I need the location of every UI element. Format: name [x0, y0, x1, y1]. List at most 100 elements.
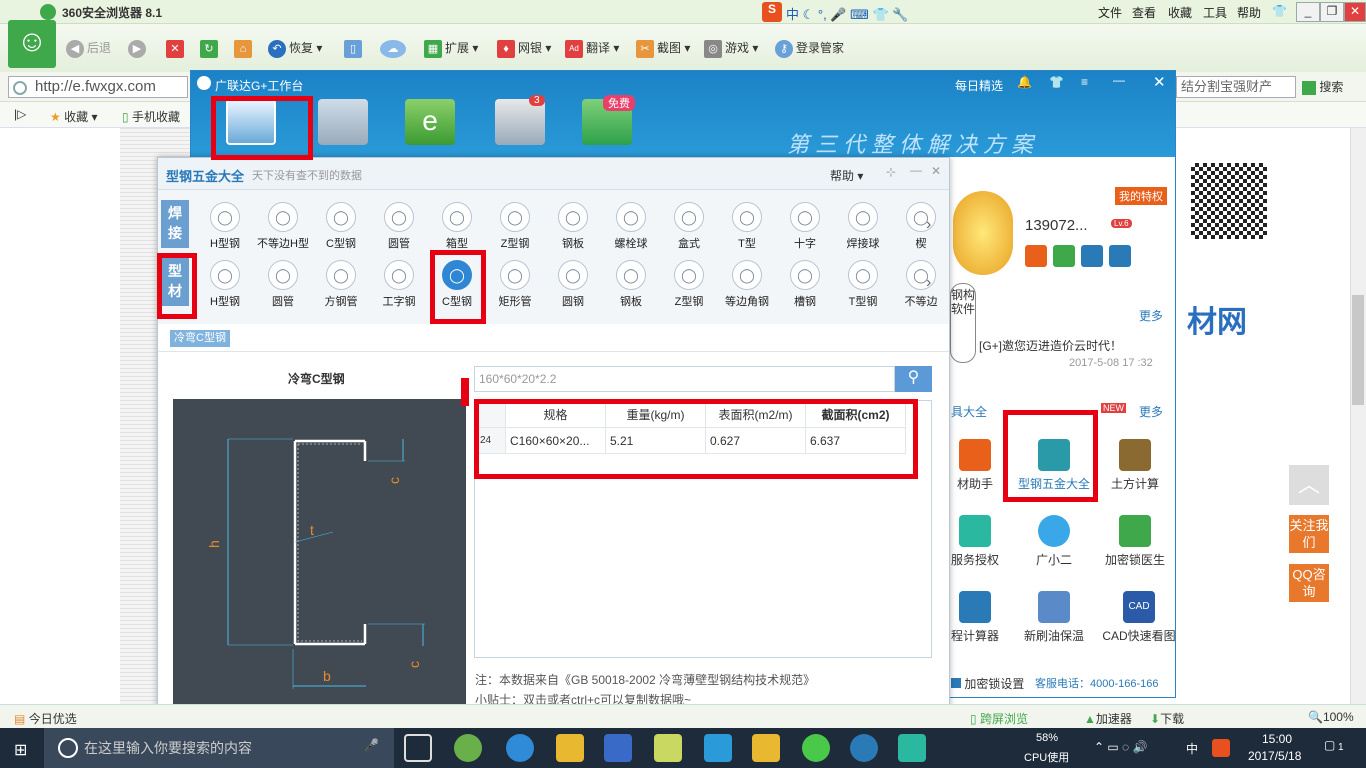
- welding-shape-2[interactable]: ◯ C型钢: [312, 202, 370, 256]
- phone-button[interactable]: ▯: [344, 38, 365, 58]
- minimize-button[interactable]: _: [1296, 2, 1320, 22]
- maximize-button[interactable]: ❐: [1320, 2, 1344, 22]
- welding-shape-6[interactable]: ◯ 钢板: [544, 202, 602, 256]
- privilege-icons[interactable]: [1025, 245, 1137, 267]
- zoom-level[interactable]: 🔍100%: [1308, 710, 1354, 724]
- notepad-task-icon[interactable]: [654, 734, 682, 762]
- follow-us-button[interactable]: 关注我们: [1289, 515, 1329, 553]
- cross-screen-link[interactable]: ▯ 跨屏浏览: [970, 710, 1028, 727]
- menu-view[interactable]: 查看: [1132, 4, 1156, 21]
- user-id[interactable]: 139072...: [1025, 217, 1088, 234]
- steel-tool-task-icon[interactable]: [898, 734, 926, 762]
- tool-earthwork[interactable]: 土方计算: [1099, 435, 1171, 505]
- restore-button[interactable]: ↶ 恢复 ▾: [268, 38, 322, 58]
- bank-button[interactable]: ♦ 网银 ▾: [497, 38, 551, 58]
- more-news-link[interactable]: 更多: [1139, 307, 1163, 324]
- profile-shape-2[interactable]: ◯ 方钢管: [312, 260, 370, 314]
- browser360-task-icon-2[interactable]: [802, 734, 830, 762]
- close-icon[interactable]: ✕: [1153, 73, 1166, 91]
- ime-indicator[interactable]: 中: [1186, 740, 1198, 757]
- download-link[interactable]: ⬇下载: [1150, 710, 1184, 727]
- welding-shape-8[interactable]: ◯ 盒式: [660, 202, 718, 256]
- profile-shape-11[interactable]: ◯ T型钢: [834, 260, 892, 314]
- profile-shape-7[interactable]: ◯ 钢板: [602, 260, 660, 314]
- minimize-icon[interactable]: —: [1113, 73, 1125, 87]
- profile-shape-6[interactable]: ◯ 圆钢: [544, 260, 602, 314]
- profile-shape-3[interactable]: ◯ 工字钢: [370, 260, 428, 314]
- tray-icons[interactable]: ⌃ ▭ ◌ 🔊: [1094, 740, 1147, 754]
- menu-help[interactable]: 帮助: [1237, 4, 1261, 21]
- bookmark-mobile[interactable]: ▯ 手机收藏: [122, 108, 180, 125]
- notification-center-icon[interactable]: ▢: [1324, 738, 1335, 752]
- profile-shape-9[interactable]: ◯ 等边角钢: [718, 260, 776, 314]
- browser360-task-icon[interactable]: [454, 734, 482, 762]
- profile-shape-5[interactable]: ◯ 矩形管: [486, 260, 544, 314]
- dialog-close-icon[interactable]: ✕: [931, 164, 941, 178]
- profile-shape-10[interactable]: ◯ 槽钢: [776, 260, 834, 314]
- news-headline[interactable]: [G+]邀您迈进造价云时代！: [979, 337, 1122, 354]
- sogou-tray-icon[interactable]: [1212, 739, 1230, 757]
- screenshot-button[interactable]: ✂ 截图 ▾: [636, 38, 690, 58]
- spec-search-button[interactable]: ⚲: [895, 366, 932, 392]
- profile-shape-0[interactable]: ◯ H型钢: [196, 260, 254, 314]
- welding-shape-3[interactable]: ◯ 圆管: [370, 202, 428, 256]
- glodon-task-icon[interactable]: [850, 734, 878, 762]
- more-tools-link[interactable]: 更多: [1139, 403, 1163, 420]
- profile-shape-12[interactable]: ◯ 不等边: [892, 260, 950, 314]
- privilege-tag[interactable]: 我的特权: [1115, 187, 1167, 205]
- sidebar-toggle-icon[interactable]: |▷: [14, 107, 26, 121]
- pin-icon[interactable]: ⊹: [886, 165, 896, 179]
- menu-icon[interactable]: ≡: [1081, 75, 1088, 89]
- sogou-ime-icon[interactable]: S: [762, 2, 782, 22]
- lock-settings-link[interactable]: 加密锁设置: [951, 675, 1024, 692]
- menu-tools[interactable]: 工具: [1203, 4, 1227, 21]
- translate-button[interactable]: Ad 翻译 ▾: [565, 38, 619, 58]
- category-welding[interactable]: 焊接: [161, 200, 189, 248]
- task-view-icon[interactable]: [404, 734, 432, 762]
- xmind-task-icon[interactable]: [704, 734, 732, 762]
- stop-button[interactable]: ✕: [166, 38, 187, 58]
- privilege-icon-2[interactable]: [1053, 245, 1075, 267]
- row2-next-icon[interactable]: ›: [926, 274, 931, 292]
- clock-time[interactable]: 15:00: [1262, 732, 1292, 746]
- daily-picks[interactable]: 每日精选: [955, 77, 1003, 94]
- note-task-icon[interactable]: [752, 734, 780, 762]
- clock-date[interactable]: 2017/5/18: [1248, 749, 1301, 763]
- welding-shape-10[interactable]: ◯ 十字: [776, 202, 834, 256]
- welding-shape-12[interactable]: ◯ 楔: [892, 202, 950, 256]
- glodon-app-icon[interactable]: [318, 99, 368, 145]
- taskbar-search-box[interactable]: 在这里输入你要搜索的内容: [44, 728, 394, 768]
- home-button[interactable]: ⌂: [234, 38, 255, 58]
- mascot-avatar-icon[interactable]: [953, 191, 1013, 275]
- privilege-icon-4[interactable]: [1109, 245, 1131, 267]
- tool-lock-doctor[interactable]: 加密锁医生: [1099, 511, 1171, 581]
- ie-app-icon[interactable]: e: [405, 99, 455, 145]
- privilege-icon-3[interactable]: [1081, 245, 1103, 267]
- skin-icon[interactable]: 👕: [1272, 4, 1287, 18]
- tool-painting-insulation[interactable]: 新刷油保温: [1013, 587, 1095, 657]
- welding-shape-4[interactable]: ◯ 箱型: [428, 202, 486, 256]
- bookmark-favorites[interactable]: ★ 收藏 ▾: [50, 108, 97, 125]
- microphone-icon[interactable]: 🎤: [364, 738, 379, 752]
- search-button[interactable]: 搜索: [1302, 77, 1343, 97]
- help-menu[interactable]: 帮助 ▾: [830, 167, 863, 184]
- edge-task-icon[interactable]: [506, 734, 534, 762]
- ad-banner[interactable]: 材网: [1177, 267, 1277, 367]
- refresh-button[interactable]: ↻: [200, 38, 221, 58]
- login-manager-button[interactable]: ⚷ 登录管家: [775, 38, 844, 58]
- search-input[interactable]: 结分割宝强财产: [1176, 76, 1296, 98]
- tool-guang-xiaoer[interactable]: 广小二: [1013, 511, 1095, 581]
- cloud-button[interactable]: ☁: [380, 38, 409, 58]
- page-scrollbar[interactable]: [1350, 128, 1366, 704]
- privilege-icon-1[interactable]: [1025, 245, 1047, 267]
- welding-shape-0[interactable]: ◯ H型钢: [196, 202, 254, 256]
- forward-button[interactable]: ▶: [128, 38, 149, 58]
- cortana-icon[interactable]: [58, 738, 78, 758]
- user-avatar-icon[interactable]: ☺: [8, 20, 56, 68]
- tool-cad-viewer[interactable]: CAD CAD快速看图: [1099, 587, 1179, 657]
- welding-shape-11[interactable]: ◯ 焊接球: [834, 202, 892, 256]
- page-scroll-thumb[interactable]: [1352, 295, 1364, 405]
- skin-icon-gplus[interactable]: 👕: [1049, 75, 1064, 89]
- welding-shape-9[interactable]: ◯ T型: [718, 202, 776, 256]
- back-button[interactable]: ◀ 后退: [66, 38, 111, 58]
